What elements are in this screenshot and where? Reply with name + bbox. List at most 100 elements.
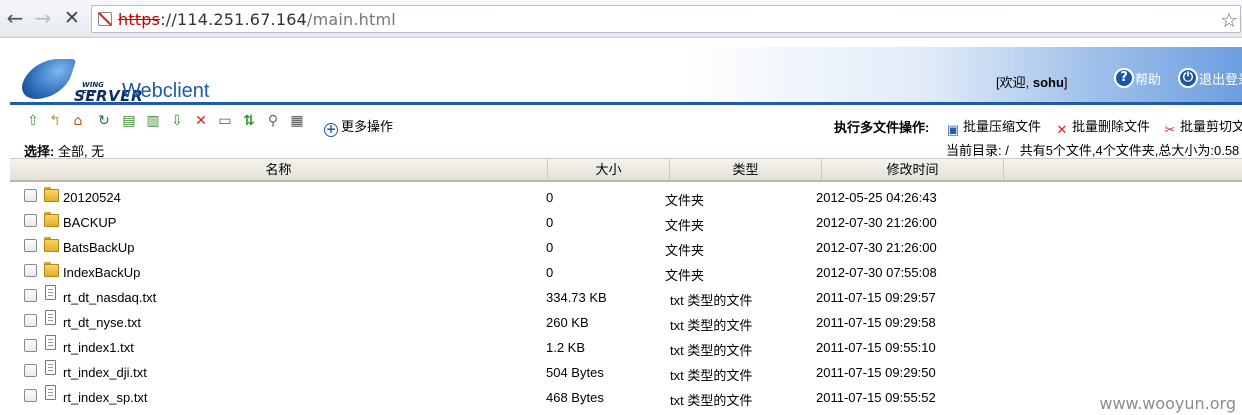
cell-type: txt 类型的文件 xyxy=(670,368,753,383)
url-scheme: https xyxy=(118,10,161,29)
cell-name[interactable]: rt_index_sp.txt xyxy=(63,390,148,405)
row-checkbox[interactable] xyxy=(24,189,37,202)
help-label: 帮助 xyxy=(1135,71,1162,87)
row-checkbox[interactable] xyxy=(24,314,37,327)
cell-name[interactable]: rt_index_dji.txt xyxy=(63,365,147,380)
col-mtime-header[interactable]: 修改时间 xyxy=(822,159,1004,181)
address-bar[interactable]: https://114.251.67.164/main.html ☆ xyxy=(91,5,1241,33)
current-dir-info: 当前目录: / 共有5个文件,4个文件夹,总大小为:0.58 xyxy=(946,140,1239,159)
batch-compress-button[interactable]: ▣ 批量压缩文件 xyxy=(945,116,1041,139)
cell-size: 1.2 KB xyxy=(546,340,586,355)
more-ops-button[interactable]: + 更多操作 xyxy=(324,116,393,137)
welcome-suffix: ] xyxy=(1063,75,1068,90)
new-folder-icon[interactable]: ▥ xyxy=(144,112,162,130)
table-row[interactable]: rt_index_sp.txt 468 Bytes txt 类型的文件 2011-07… xyxy=(10,384,1242,409)
bookmark-star-icon[interactable]: ☆ xyxy=(1220,8,1238,32)
cell-name[interactable]: rt_dt_nyse.txt xyxy=(63,315,141,330)
broken-lock-icon[interactable] xyxy=(98,12,112,26)
batch-delete-button[interactable]: ✕ 批量删除文件 xyxy=(1054,116,1150,139)
search-icon[interactable]: ⚲ xyxy=(264,112,282,130)
logo-wing-icon xyxy=(17,59,77,99)
more-ops-label: 更多操作 xyxy=(341,119,394,134)
cell-mtime: 2012-07-30 21:26:00 xyxy=(816,240,937,255)
row-checkbox[interactable] xyxy=(24,214,37,227)
url-path: /main.html xyxy=(307,10,396,29)
new-file-icon[interactable]: ▤ xyxy=(120,112,138,130)
url-text[interactable]: https://114.251.67.164/main.html xyxy=(118,10,396,29)
refresh-icon[interactable]: ↻ xyxy=(95,112,113,130)
row-checkbox[interactable] xyxy=(24,264,37,277)
username: sohu xyxy=(1032,75,1064,90)
row-checkbox[interactable] xyxy=(24,289,37,302)
cell-name[interactable]: BatsBackUp xyxy=(63,240,135,255)
batch-delete-label: 批量删除文件 xyxy=(1072,119,1151,134)
cell-size: 468 Bytes xyxy=(546,390,604,405)
cell-name[interactable]: rt_index1.txt xyxy=(63,340,134,355)
cut-icon: ✂ xyxy=(1164,123,1176,138)
stop-icon[interactable]: ✕ xyxy=(60,6,84,30)
cell-mtime: 2011-07-15 09:29:57 xyxy=(816,290,936,305)
properties-icon[interactable]: ▦ xyxy=(288,112,306,130)
batch-cut-button[interactable]: ✂ 批量剪切文件 xyxy=(1162,116,1242,139)
table-row[interactable]: rt_index1.txt 1.2 KB txt 类型的文件 2011-07-15 0… xyxy=(10,334,1242,359)
text-file-icon xyxy=(45,310,56,325)
row-checkbox[interactable] xyxy=(24,389,37,402)
text-file-icon xyxy=(45,335,56,350)
cell-size: 0 xyxy=(546,265,554,280)
cell-name[interactable]: rt_dt_nasdaq.txt xyxy=(63,290,156,305)
cell-name[interactable]: BACKUP xyxy=(63,215,116,230)
col-type-header[interactable]: 类型 xyxy=(670,159,822,181)
delete-icon[interactable]: ✕ xyxy=(192,112,210,130)
forward-arrow-icon[interactable]: → xyxy=(31,6,55,30)
row-checkbox[interactable] xyxy=(24,364,37,377)
cell-size: 334.73 KB xyxy=(546,290,607,305)
cell-name[interactable]: IndexBackUp xyxy=(63,265,140,280)
table-row[interactable]: BACKUP 0 文件夹 2012-07-30 21:26:00 xyxy=(10,209,1242,234)
browser-toolbar: ← → ✕ https://114.251.67.164/main.html ☆ xyxy=(0,0,1242,38)
plus-circle-icon: + xyxy=(324,122,338,137)
upload-icon[interactable]: ⇧ xyxy=(24,112,42,130)
table-row[interactable]: rt_dt_nasdaq.txt 334.73 KB txt 类型的文件 2011-0… xyxy=(10,284,1242,309)
batch-compress-label: 批量压缩文件 xyxy=(963,119,1042,134)
cell-type: 文件夹 xyxy=(665,243,705,258)
text-file-icon xyxy=(45,360,56,375)
cell-type: txt 类型的文件 xyxy=(670,318,753,333)
rename-icon[interactable]: ▭ xyxy=(216,112,234,130)
table-row[interactable]: rt_index_dji.txt 504 Bytes txt 类型的文件 2011-0… xyxy=(10,359,1242,384)
folder-icon xyxy=(44,211,59,227)
logout-button[interactable]: ⏻退出登录 xyxy=(1178,68,1242,92)
cell-mtime: 2011-07-15 09:55:10 xyxy=(816,340,936,355)
parent-folder-icon[interactable]: ↰ xyxy=(46,112,64,130)
back-arrow-icon[interactable]: ← xyxy=(3,6,27,30)
select-options[interactable]: 全部, 无 xyxy=(54,144,104,159)
watermark: www.wooyun.org xyxy=(1099,394,1236,413)
power-icon: ⏻ xyxy=(1178,68,1198,88)
cell-mtime: 2011-07-15 09:55:52 xyxy=(816,390,936,405)
welcome-prefix: [欢迎, xyxy=(996,75,1033,90)
folder-icon xyxy=(44,236,59,252)
cell-type: 文件夹 xyxy=(665,268,705,283)
table-row[interactable]: BatsBackUp 0 文件夹 2012-07-30 21:26:00 xyxy=(10,234,1242,259)
col-name-header[interactable]: 名称 xyxy=(10,159,548,181)
row-checkbox[interactable] xyxy=(24,339,37,352)
cell-name[interactable]: 20120524 xyxy=(63,190,121,205)
table-row[interactable]: rt_dt_nyse.txt 260 KB txt 类型的文件 2011-07-15 … xyxy=(10,309,1242,334)
batch-ops-label: 执行多文件操作: xyxy=(834,120,930,135)
text-file-icon xyxy=(45,385,56,400)
col-size-header[interactable]: 大小 xyxy=(548,159,670,181)
sort-icon[interactable]: ⇅ xyxy=(240,112,258,130)
download-icon[interactable]: ⇩ xyxy=(168,112,186,130)
url-host: ://114.251.67.164 xyxy=(160,10,307,29)
cell-mtime: 2012-07-30 07:55:08 xyxy=(816,265,937,280)
folder-icon xyxy=(44,186,59,202)
table-row[interactable]: IndexBackUp 0 文件夹 2012-07-30 07:55:08 xyxy=(10,259,1242,284)
home-icon[interactable]: ⌂ xyxy=(69,112,87,130)
table-row[interactable]: 20120524 0 文件夹 2012-05-25 04:26:43 xyxy=(10,184,1242,209)
cell-size: 260 KB xyxy=(546,315,589,330)
row-checkbox[interactable] xyxy=(24,239,37,252)
cell-type: txt 类型的文件 xyxy=(670,343,753,358)
batch-cut-label: 批量剪切文件 xyxy=(1180,119,1242,134)
delete-x-icon: ✕ xyxy=(1056,123,1068,138)
help-button[interactable]: ? 帮助 xyxy=(1114,68,1161,92)
cell-mtime: 2011-07-15 09:29:50 xyxy=(816,365,936,380)
